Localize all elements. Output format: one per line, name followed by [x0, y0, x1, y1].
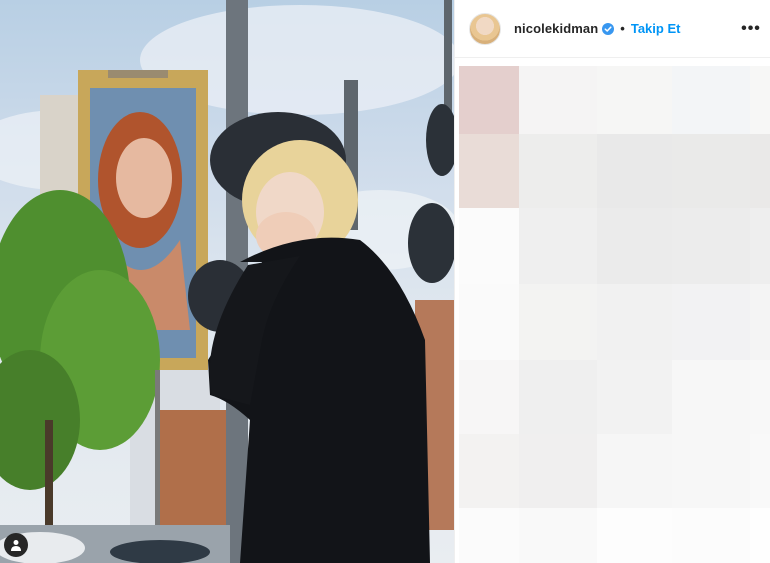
pixel-cell: [750, 66, 770, 134]
pixel-cell: [519, 66, 597, 134]
pixel-cell: [750, 134, 770, 208]
pixel-cell: [459, 66, 519, 134]
pixel-cell: [672, 508, 750, 563]
pixel-cell: [672, 134, 750, 208]
post-photo[interactable]: [0, 0, 454, 563]
pixel-cell: [597, 284, 672, 360]
post-header: nicolekidman • Takip Et •••: [455, 0, 770, 58]
pixel-cell: [519, 508, 597, 563]
pixel-cell: [597, 508, 672, 563]
pixel-cell: [519, 208, 597, 284]
pixel-cell: [750, 208, 770, 284]
avatar[interactable]: [469, 12, 501, 45]
instagram-post: nicolekidman • Takip Et •••: [0, 0, 770, 563]
pixel-cell: [519, 284, 597, 360]
pixel-cell: [672, 360, 750, 434]
pixel-cell: [459, 208, 519, 284]
pixel-cell: [672, 66, 750, 134]
follow-button[interactable]: Takip Et: [631, 21, 681, 36]
photo-illustration: [0, 0, 454, 563]
pixel-cell: [459, 134, 519, 208]
pixel-cell: [519, 434, 597, 508]
user-tag-button[interactable]: [4, 533, 28, 557]
verified-badge-icon: [602, 22, 615, 35]
pixel-cell: [459, 284, 519, 360]
pixel-cell: [459, 508, 519, 563]
pixel-cell: [750, 434, 770, 508]
user-tag-icon: [11, 540, 21, 551]
pixel-cell: [597, 208, 672, 284]
censored-comments-area: [459, 66, 770, 563]
username-link[interactable]: nicolekidman: [514, 21, 598, 36]
pixel-cell: [597, 134, 672, 208]
pixel-cell: [597, 434, 672, 508]
pixel-cell: [597, 360, 672, 434]
post-side-panel: nicolekidman • Takip Et •••: [454, 0, 770, 563]
more-options-icon[interactable]: •••: [741, 19, 761, 39]
pixel-cell: [750, 508, 770, 563]
separator-dot: •: [620, 21, 625, 36]
pixel-cell: [459, 434, 519, 508]
pixel-cell: [672, 434, 750, 508]
pixel-cell: [672, 284, 750, 360]
pixel-cell: [672, 208, 750, 284]
pixel-cell: [750, 360, 770, 434]
pixel-cell: [519, 134, 597, 208]
pixel-cell: [519, 360, 597, 434]
pixel-cell: [750, 284, 770, 360]
pixel-cell: [597, 66, 672, 134]
pixel-cell: [459, 360, 519, 434]
